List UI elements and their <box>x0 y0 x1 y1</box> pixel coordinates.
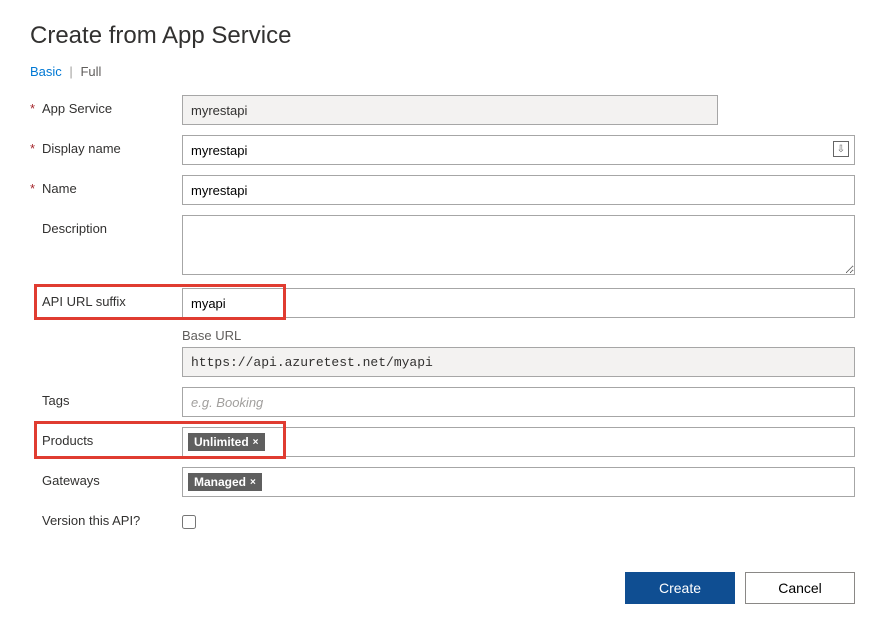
row-name: * Name <box>30 175 855 205</box>
row-gateways: Gateways Managed × <box>30 467 855 497</box>
base-url-value: https://api.azuretest.net/myapi <box>182 347 855 377</box>
dialog-footer: Create Cancel <box>30 572 855 604</box>
required-marker <box>30 221 42 236</box>
display-name-input[interactable] <box>182 135 855 165</box>
required-marker: * <box>30 141 42 156</box>
required-marker: * <box>30 101 42 116</box>
api-url-suffix-input[interactable] <box>182 288 855 318</box>
version-checkbox[interactable] <box>182 515 196 529</box>
row-tags: Tags <box>30 387 855 417</box>
row-version: Version this API? <box>30 507 855 532</box>
create-button[interactable]: Create <box>625 572 735 604</box>
tab-full[interactable]: Full <box>80 64 101 79</box>
gateway-chip-managed: Managed × <box>187 472 263 492</box>
description-input[interactable] <box>182 215 855 275</box>
chip-label: Managed <box>194 475 246 489</box>
row-app-service: * App Service myrestapi <box>30 95 855 125</box>
label-description: Description <box>42 221 107 236</box>
required-marker <box>30 294 42 309</box>
chip-label: Unlimited <box>194 435 249 449</box>
label-display-name: Display name <box>42 141 121 156</box>
chip-remove-icon[interactable]: × <box>253 437 259 448</box>
view-tabs: Basic | Full <box>30 64 855 79</box>
cancel-button[interactable]: Cancel <box>745 572 855 604</box>
label-version: Version this API? <box>42 513 140 528</box>
import-icon[interactable]: ⇩ <box>833 141 849 157</box>
required-marker: * <box>30 181 42 196</box>
label-gateways: Gateways <box>42 473 100 488</box>
app-service-value: myrestapi <box>191 103 247 118</box>
tags-input[interactable] <box>182 387 855 417</box>
products-input[interactable]: Unlimited × <box>182 427 855 457</box>
page-title: Create from App Service <box>30 22 855 50</box>
row-base-url: Base URL https://api.azuretest.net/myapi <box>30 328 855 377</box>
gateways-input[interactable]: Managed × <box>182 467 855 497</box>
tab-sep: | <box>69 64 72 79</box>
label-app-service: App Service <box>42 101 112 116</box>
label-base-url: Base URL <box>182 328 855 343</box>
product-chip-unlimited: Unlimited × <box>187 432 266 452</box>
row-api-url-suffix: API URL suffix <box>30 288 855 318</box>
row-display-name: * Display name ⇩ <box>30 135 855 165</box>
label-api-url-suffix: API URL suffix <box>42 294 126 309</box>
label-tags: Tags <box>42 393 69 408</box>
chip-remove-icon[interactable]: × <box>250 477 256 488</box>
label-name: Name <box>42 181 77 196</box>
row-description: Description <box>30 215 855 278</box>
tab-basic[interactable]: Basic <box>30 64 62 79</box>
row-products: Products Unlimited × <box>30 427 855 457</box>
name-input[interactable] <box>182 175 855 205</box>
label-products: Products <box>42 433 93 448</box>
app-service-input[interactable]: myrestapi <box>182 95 718 125</box>
